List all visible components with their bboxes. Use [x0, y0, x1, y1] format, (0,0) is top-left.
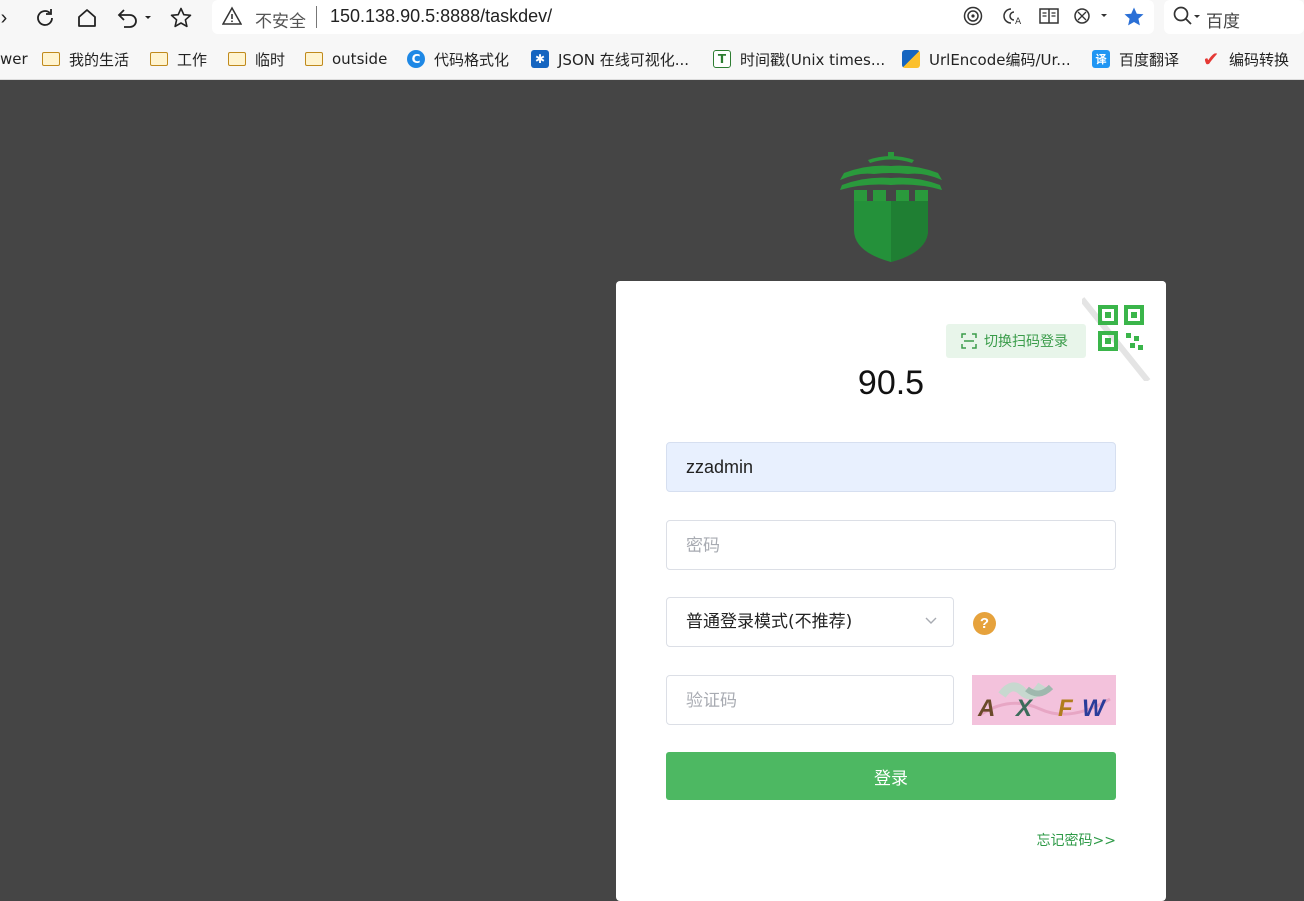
chevron-down-icon: [925, 617, 937, 624]
svg-text:A: A: [1015, 17, 1022, 27]
qr-login-toggle-button[interactable]: 切换扫码登录: [946, 324, 1086, 358]
page-title: 90.5: [857, 364, 925, 402]
bookmark-folder[interactable]: 我的生活: [42, 48, 129, 70]
captcha-char: W: [1082, 695, 1105, 722]
bookmark-item[interactable]: UrlEncode编码/Ur...: [902, 48, 1071, 70]
divider: [316, 6, 317, 28]
scan-icon: [961, 333, 977, 349]
captcha-image[interactable]: A X F W: [972, 675, 1116, 725]
bookmark-item[interactable]: ✔ 编码转换: [1202, 47, 1290, 71]
address-bar[interactable]: 不安全 150.138.90.5:8888/taskdev/ A: [212, 0, 1154, 34]
search-box[interactable]: 百度: [1164, 0, 1304, 34]
site-logo: [838, 150, 944, 265]
bookmarks-bar: wer 我的生活 工作 临时 outside C 代码格式化 ✱ JSON 在线…: [0, 38, 1304, 80]
read-aloud-icon[interactable]: A: [1002, 5, 1024, 32]
help-icon[interactable]: ?: [973, 612, 996, 635]
code-format-icon: C: [407, 50, 425, 68]
login-card: 切换扫码登录 90.5 普通登录模式(不推荐): [616, 281, 1166, 901]
bookmark-item[interactable]: T 时间戳(Unix times...: [713, 48, 885, 70]
captcha-char: X: [1016, 695, 1033, 722]
bookmark-label: 我的生活: [69, 50, 130, 69]
home-icon[interactable]: [73, 4, 101, 32]
bookmark-item[interactable]: 译 百度翻译: [1092, 48, 1179, 70]
bookmark-folder[interactable]: outside: [305, 48, 387, 70]
forgot-password-link[interactable]: 忘记密码>>: [1037, 830, 1116, 850]
bookmark-label: 百度翻译: [1119, 50, 1180, 69]
favorite-star-icon[interactable]: [167, 4, 195, 32]
bookmark-star-icon[interactable]: [1122, 5, 1146, 34]
captcha-char: A: [978, 695, 996, 722]
checkmark-icon: ✔: [1202, 47, 1220, 71]
bookmark-folder[interactable]: 临时: [228, 48, 285, 70]
bookmark-item[interactable]: wer: [0, 48, 28, 70]
search-engine-label: 百度: [1206, 12, 1240, 32]
bookmark-label: UrlEncode编码/Ur...: [929, 50, 1071, 69]
bookmark-label: outside: [332, 50, 388, 68]
browser-toolbar: › 不安全 150.138.90.5:8888/taskdev/ A 百度: [0, 0, 1304, 38]
fingerprint-icon[interactable]: [962, 5, 984, 32]
bookmark-label: 临时: [255, 50, 286, 69]
login-mode-value: 普通登录模式(不推荐): [686, 612, 853, 632]
bookmark-label: JSON 在线可视化...: [558, 50, 690, 69]
qr-toggle-label: 切换扫码登录: [984, 334, 1068, 350]
warning-icon: [221, 6, 243, 31]
folder-icon: [305, 52, 323, 66]
translate-icon: 译: [1092, 50, 1110, 68]
reload-icon[interactable]: [31, 4, 59, 32]
bookmark-label: 编码转换: [1229, 50, 1290, 69]
captcha-char: F: [1058, 695, 1073, 722]
search-icon[interactable]: [1172, 5, 1202, 32]
bookmark-folder[interactable]: 工作: [150, 48, 207, 70]
extension-icon[interactable]: [1072, 5, 1108, 32]
login-button[interactable]: 登录: [666, 752, 1116, 800]
captcha-input[interactable]: [686, 676, 932, 724]
bookmark-item[interactable]: ✱ JSON 在线可视化...: [531, 48, 689, 70]
timestamp-icon: T: [713, 50, 731, 68]
login-mode-select[interactable]: 普通登录模式(不推荐): [666, 597, 954, 647]
reader-mode-icon[interactable]: [1038, 5, 1060, 32]
bookmark-label: 工作: [177, 50, 208, 69]
bookmark-label: wer: [0, 50, 28, 68]
password-input[interactable]: [686, 521, 1094, 569]
bookmark-label: 时间戳(Unix times...: [740, 50, 886, 69]
forward-icon[interactable]: ›: [0, 4, 18, 32]
folder-icon: [42, 52, 60, 66]
password-field[interactable]: [666, 520, 1116, 570]
bookmark-label: 代码格式化: [434, 50, 510, 69]
username-field[interactable]: [666, 442, 1116, 492]
urlencode-icon: [902, 50, 920, 68]
username-input[interactable]: [686, 443, 1094, 491]
folder-icon: [150, 52, 168, 66]
url-text[interactable]: 150.138.90.5:8888/taskdev/: [330, 6, 552, 27]
folder-icon: [228, 52, 246, 66]
security-label[interactable]: 不安全: [255, 7, 306, 32]
json-icon: ✱: [531, 50, 549, 68]
captcha-field[interactable]: [666, 675, 954, 725]
bookmark-item[interactable]: C 代码格式化: [407, 48, 509, 70]
undo-icon[interactable]: [113, 4, 155, 32]
